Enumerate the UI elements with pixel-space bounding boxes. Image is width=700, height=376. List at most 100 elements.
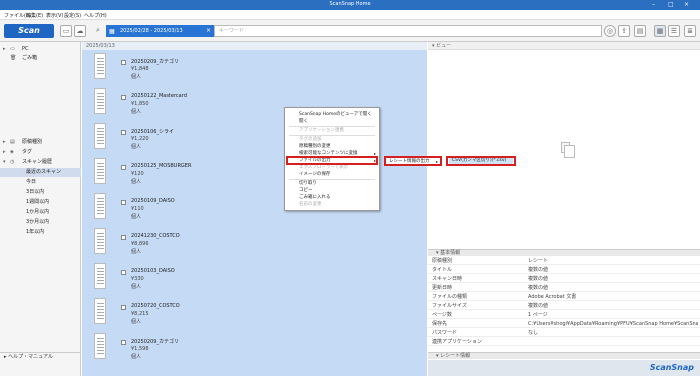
row-checkbox[interactable] [121,60,126,65]
row-person: 個人 [131,74,142,80]
menu-settings[interactable]: 設定(S) [64,12,81,19]
list-view-icon[interactable]: ☰ [668,25,680,37]
chevron-right-icon[interactable]: ▸ [3,45,6,54]
info-row: ファイルサイズ 複数の値 [428,302,700,310]
row-person: 個人 [131,214,142,220]
ctx-app-link[interactable]: アプリケーション連携 [285,127,379,134]
row-amount: ¥1,848 [131,66,149,72]
thumbnail-view-icon[interactable]: ▦ [654,25,666,37]
sidebar-item-1week[interactable]: 1週間以内 [0,198,81,207]
context-menu: ScanSnap Homeのビューアで開く 開く アプリケーション連携 タグの追… [284,107,380,211]
chevron-down-icon[interactable]: ▾ [3,158,6,167]
sidebar-item-pc[interactable]: ▸ ▭ PC [0,45,81,54]
toolbar: Scan ▭ ☁ ⌕ ▦ 2025/02/28 - 2025/03/13 × キ… [0,20,700,42]
row-checkbox[interactable] [121,165,126,170]
sidebar-item-1month[interactable]: 1か月以内 [0,208,81,217]
chevron-right-icon[interactable]: ▸ [3,148,6,157]
receipt-thumbnail[interactable] [94,158,106,184]
viewer-pane[interactable] [428,50,700,246]
receipt-thumbnail[interactable] [94,333,106,359]
sidebar-item-trash[interactable]: 🗑 ごみ箱 [0,54,81,63]
date-range-text: 2025/02/28 - 2025/03/13 [120,28,183,34]
receipt-thumbnail[interactable] [94,298,106,324]
sidebar-item-today[interactable]: 今日 [0,178,81,187]
brand-logo: ScanSnap [649,363,694,372]
sidebar-item-history[interactable]: ▾ ◷ スキャン履歴 [0,158,81,167]
row-checkbox[interactable] [121,200,126,205]
row-title: 20250209_カテゴリ [131,339,179,345]
receipt-info-header[interactable]: ▾ レシート情報 [428,352,700,359]
info-row: ファイルの種類 Adobe Acrobat 文書 [428,293,700,301]
row-checkbox[interactable] [121,305,126,310]
row-title: 20250109_DAISO [131,198,175,204]
sidebar-item-1year[interactable]: 1年以内 [0,228,81,237]
row-amount: ¥1,220 [131,136,149,142]
sidebar-item-doc-type[interactable]: ▸ ▤ 原稿種別 [0,138,81,147]
ctx-copy[interactable]: コピー [285,187,379,194]
row-person: 個人 [131,354,142,360]
document-list[interactable]: 20250209_カテゴリ ¥1,848 個人 20250122_Masterc… [82,50,427,376]
date-range-filter[interactable]: ▦ 2025/02/28 - 2025/03/13 × [106,25,214,37]
menu-edit[interactable]: 編集(E) [26,12,43,19]
doc-type-icon: ▤ [10,139,15,145]
row-person: 個人 [131,109,142,115]
row-checkbox[interactable] [121,235,126,240]
minimize-icon[interactable]: – [652,1,655,8]
row-checkbox[interactable] [121,270,126,275]
advanced-search-icon[interactable]: ▤ [634,25,646,37]
maximize-icon[interactable]: □ [668,1,674,8]
info-section-header[interactable]: ▾ 基本情報 [428,249,700,256]
close-icon[interactable]: × [684,1,689,8]
sidebar-item-tag[interactable]: ▸ ◈ タグ [0,148,81,157]
sidebar-item-3days[interactable]: 3日以内 [0,188,81,197]
row-amount: ¥8,896 [131,241,149,247]
row-checkbox[interactable] [121,340,126,345]
info-row: パスワード なし [428,329,700,337]
menu-view[interactable]: 表示(V) [46,12,63,19]
detail-view-icon[interactable]: ≣ [684,25,696,37]
help-manual-link[interactable]: ▸ ヘルプ・マニュアル [0,352,81,361]
receipt-thumbnail[interactable] [94,88,106,114]
ctx-move-trash[interactable]: ごみ箱に入れる [285,194,379,201]
export-icon[interactable]: ⇪ [618,25,630,37]
ctx-save-image[interactable]: イメージの保存 [285,171,379,178]
format-submenu: CSV(カンマ区切り)(*.csv) [446,156,516,166]
row-amount: ¥1,598 [131,346,149,352]
cloud-icon[interactable]: ☁ [74,25,86,37]
scanner-icon[interactable]: ▭ [60,25,72,37]
row-checkbox[interactable] [121,130,126,135]
clear-date-icon[interactable]: × [206,25,211,37]
ctx-rename[interactable]: 名前の変更 [285,201,379,208]
highlight-box [446,156,516,166]
receipt-thumbnail[interactable] [94,228,106,254]
scan-button[interactable]: Scan [4,24,54,38]
receipt-thumbnail[interactable] [94,263,106,289]
ctx-open[interactable]: 開く [285,118,379,125]
row-title: 20250106_シライ [131,129,174,135]
search-input[interactable]: キーワード [214,25,602,37]
ctx-change-doc-type[interactable]: 原稿種別の変更 [285,143,379,150]
doc-type-field[interactable]: レシート [528,257,698,265]
ctx-open-viewer[interactable]: ScanSnap Homeのビューアで開く [285,111,379,118]
search-options-icon[interactable]: ◎ [604,25,616,37]
chevron-right-icon[interactable]: ▸ [3,138,6,147]
ctx-add-tag[interactable]: タグの追加 [285,136,379,143]
row-title: 20250122_Mastercard [131,93,187,99]
row-person: 個人 [131,249,142,255]
row-checkbox[interactable] [121,95,126,100]
receipt-thumbnail[interactable] [94,123,106,149]
sidebar-item-3months[interactable]: 3か月以内 [0,218,81,227]
tag-icon: ◈ [10,149,14,155]
search-icon[interactable]: ⌕ [92,25,104,37]
info-row: スキャン日時 複数の値 [428,275,700,283]
menu-help[interactable]: ヘルプ(H) [84,12,107,19]
row-amount: ¥1,850 [131,101,149,107]
info-row: 連携アプリケーション [428,338,700,346]
no-preview-icon [561,142,575,158]
ctx-show-explorer[interactable]: エクスプローラーで表示 [285,164,379,171]
receipt-thumbnail[interactable] [94,193,106,219]
receipt-thumbnail[interactable] [94,53,106,79]
list-date-header: 2025/03/13 [82,42,427,50]
ctx-cut[interactable]: 切り取り [285,180,379,187]
sidebar-item-recent[interactable]: 最近のスキャン [0,168,81,177]
